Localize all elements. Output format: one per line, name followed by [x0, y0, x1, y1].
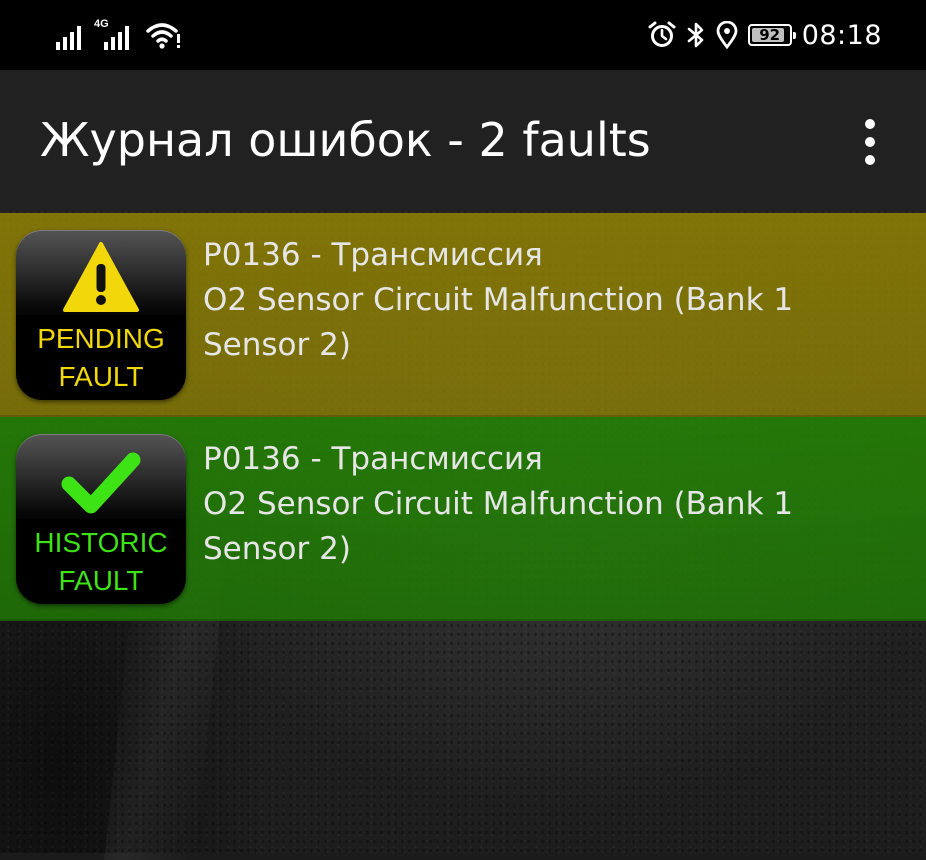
- signal-icon: [56, 26, 81, 50]
- status-bar-right: 92 08:18: [648, 16, 882, 54]
- battery-icon: 92: [747, 24, 796, 46]
- app-bar: Журнал ошибок - 2 faults: [0, 70, 926, 212]
- more-vert-icon[interactable]: [850, 114, 890, 170]
- bluetooth-icon: [687, 22, 703, 48]
- status-bar-left: 4G: [56, 18, 182, 50]
- battery-level: 92: [759, 26, 781, 44]
- fault-list-item[interactable]: HISTORIC FAULT P0136 - Трансмиссия O2 Se…: [0, 417, 926, 621]
- historic-fault-badge: HISTORIC FAULT: [16, 434, 186, 604]
- wifi-icon: [146, 23, 180, 49]
- badge-label-line1: PENDING: [37, 323, 165, 354]
- badge-label-line2: FAULT: [58, 361, 144, 392]
- badge-label-line2: FAULT: [58, 565, 144, 596]
- checkmark-icon: [61, 452, 141, 514]
- status-time: 08:18: [801, 19, 882, 51]
- status-bar: 4G 92 08:18: [0, 0, 926, 70]
- fault-details: P0136 - Трансмиссия O2 Sensor Circuit Ma…: [203, 233, 893, 368]
- menu-dot: [865, 155, 875, 165]
- badge-label-line1: HISTORIC: [34, 527, 168, 558]
- menu-dot: [865, 137, 875, 147]
- badge-label: PENDING FAULT: [16, 320, 186, 396]
- fault-description: O2 Sensor Circuit Malfunction (Bank 1 Se…: [203, 282, 794, 363]
- 4g-signal-icon: 4G: [94, 18, 138, 50]
- alarm-icon: [648, 21, 676, 47]
- fault-details: P0136 - Трансмиссия O2 Sensor Circuit Ma…: [203, 437, 893, 572]
- warning-icon: [63, 242, 139, 312]
- fault-code: P0136 - Трансмиссия: [203, 441, 543, 477]
- menu-dot: [865, 119, 875, 129]
- pending-fault-badge: PENDING FAULT: [16, 230, 186, 400]
- fault-description: O2 Sensor Circuit Malfunction (Bank 1 Se…: [203, 486, 794, 567]
- fault-code: P0136 - Трансмиссия: [203, 237, 543, 273]
- location-icon: [716, 21, 738, 49]
- badge-label: HISTORIC FAULT: [16, 524, 186, 600]
- page-title: Журнал ошибок - 2 faults: [40, 113, 651, 167]
- fault-list-item[interactable]: PENDING FAULT P0136 - Трансмиссия O2 Sen…: [0, 213, 926, 417]
